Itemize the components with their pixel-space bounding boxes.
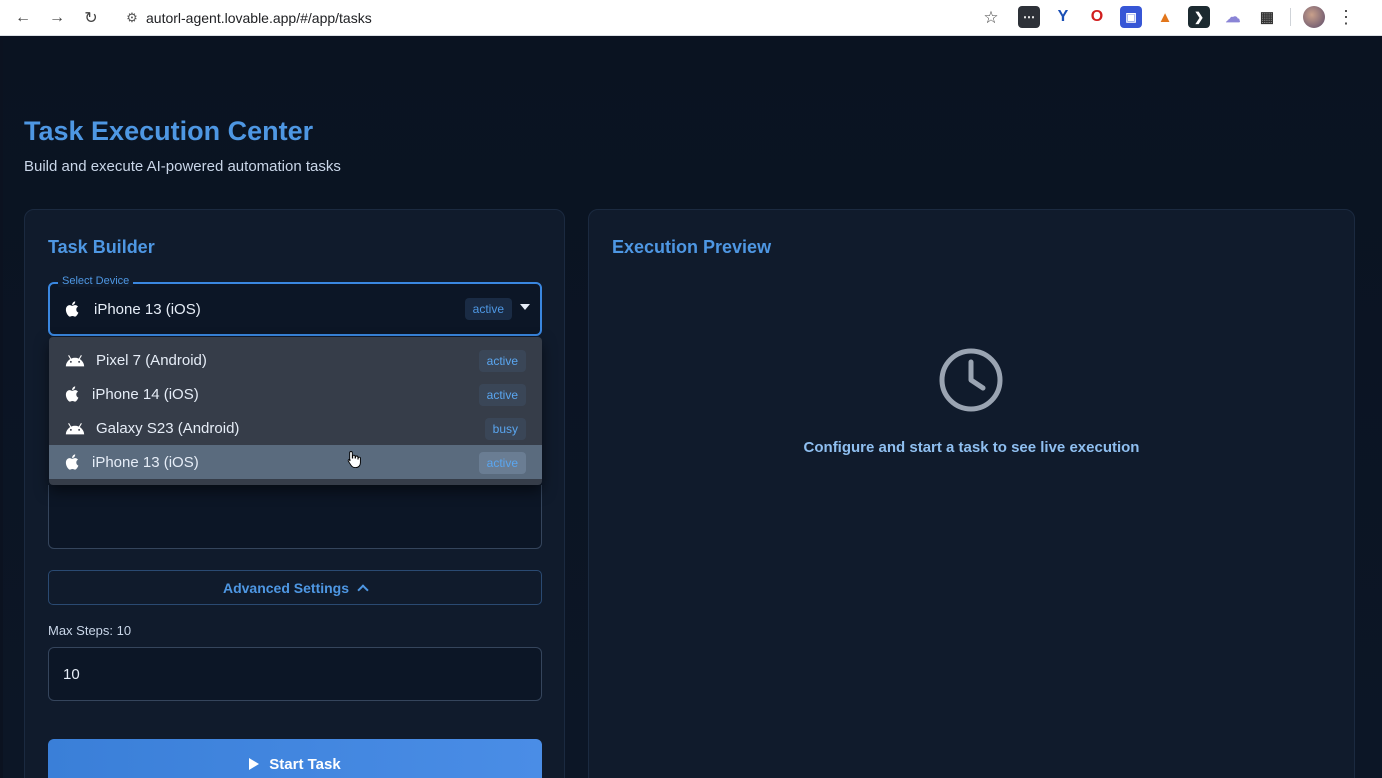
- yandex-icon[interactable]: Y: [1052, 6, 1074, 28]
- device-option-label: Pixel 7 (Android): [96, 351, 207, 369]
- device-select-value: iPhone 13 (iOS): [94, 300, 201, 318]
- apple-icon: [65, 386, 79, 402]
- task-description-input[interactable]: [48, 485, 542, 549]
- device-option-iphone-13[interactable]: iPhone 13 (iOS) active: [49, 445, 542, 479]
- extensions-bar: ⋯ Y O ▣ ▲ ❯ ☁ ▦ ⋮: [1018, 6, 1355, 28]
- prompt-icon[interactable]: ❯: [1188, 6, 1210, 28]
- android-icon: [65, 355, 85, 367]
- reload-icon[interactable]: ↻: [76, 3, 106, 33]
- device-option-galaxy-s23[interactable]: Galaxy S23 (Android) busy: [49, 411, 542, 445]
- back-arrow-icon[interactable]: ←: [8, 3, 38, 33]
- status-badge: active: [478, 384, 526, 406]
- task-builder-title: Task Builder: [48, 237, 155, 257]
- apple-icon: [65, 454, 79, 470]
- status-badge: active: [478, 350, 526, 372]
- status-badge: busy: [484, 418, 526, 440]
- authenticator-icon[interactable]: ▣: [1120, 6, 1142, 28]
- status-badge: active: [464, 298, 512, 320]
- metamask-icon[interactable]: ▲: [1154, 6, 1176, 28]
- device-option-label: iPhone 13 (iOS): [92, 453, 199, 471]
- play-icon: [249, 758, 260, 770]
- address-bar[interactable]: ⚙ autorl-agent.lovable.app/#/app/tasks ☆: [118, 4, 1006, 32]
- device-select[interactable]: Select Device iPhone 13 (iOS) active: [48, 275, 542, 336]
- puzzle-icon[interactable]: ▦: [1256, 6, 1278, 28]
- page-title: Task Execution Center: [24, 116, 314, 146]
- max-steps-label: Max Steps: 10: [48, 623, 132, 638]
- status-badge: active: [478, 452, 526, 474]
- bookmark-star-icon[interactable]: ☆: [976, 8, 1006, 28]
- browser-toolbar: ← → ↻ ⚙ autorl-agent.lovable.app/#/app/t…: [0, 0, 1382, 36]
- hand-cursor-icon: [347, 451, 361, 468]
- device-select-legend: Select Device: [58, 275, 134, 287]
- advanced-settings-button[interactable]: Advanced Settings: [48, 570, 542, 605]
- bitwarden-icon[interactable]: ⋯: [1018, 6, 1040, 28]
- task-builder-card: Task Builder Select Device iPhone 13 (iO…: [24, 209, 565, 778]
- profile-avatar[interactable]: [1303, 6, 1325, 28]
- page-subtitle: Build and execute AI-powered automation …: [24, 158, 341, 175]
- site-settings-icon[interactable]: ⚙: [118, 10, 146, 26]
- menu-kebab-icon[interactable]: ⋮: [1337, 7, 1355, 28]
- device-option-pixel-7[interactable]: Pixel 7 (Android) active: [49, 343, 542, 377]
- caret-down-icon[interactable]: [520, 304, 530, 310]
- execution-preview-title: Execution Preview: [612, 237, 772, 257]
- toolbar-divider: [1290, 8, 1291, 26]
- clock-icon: [939, 348, 1003, 412]
- android-icon: [65, 423, 85, 435]
- device-option-iphone-14[interactable]: iPhone 14 (iOS) active: [49, 377, 542, 411]
- start-task-button[interactable]: Start Task: [48, 739, 542, 778]
- opera-icon[interactable]: O: [1086, 6, 1108, 28]
- device-option-label: Galaxy S23 (Android): [96, 419, 240, 437]
- device-option-label: iPhone 14 (iOS): [92, 385, 199, 403]
- cloud-icon[interactable]: ☁: [1222, 6, 1244, 28]
- device-dropdown-menu: Pixel 7 (Android) active iPhone 14 (iOS)…: [49, 337, 542, 485]
- preview-empty-message: Configure and start a task to see live e…: [803, 439, 1140, 456]
- advanced-settings-label: Advanced Settings: [222, 579, 350, 596]
- start-task-label: Start Task: [269, 755, 341, 773]
- apple-icon: [65, 301, 79, 317]
- url-text: autorl-agent.lovable.app/#/app/tasks: [146, 10, 372, 26]
- forward-arrow-icon[interactable]: →: [42, 3, 72, 33]
- execution-preview-card: Execution Preview Configure and start a …: [588, 209, 1355, 778]
- app-page: Task Execution Center Build and execute …: [3, 40, 1382, 778]
- max-steps-input[interactable]: 10: [48, 647, 542, 701]
- chevron-up-icon: [357, 584, 369, 596]
